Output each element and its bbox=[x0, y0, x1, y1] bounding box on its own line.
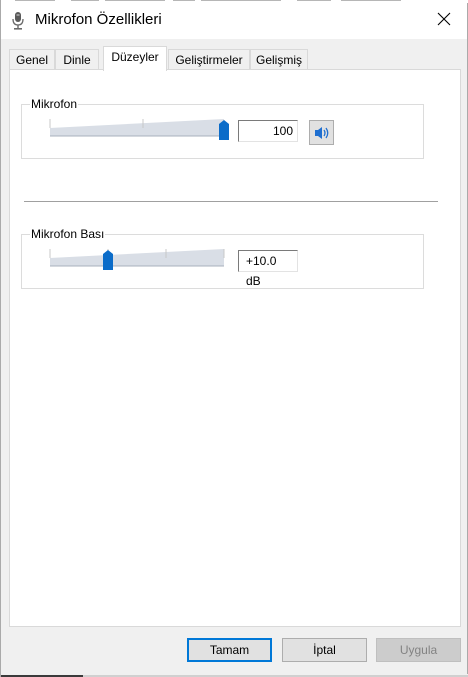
ok-button[interactable]: Tamam bbox=[187, 638, 272, 662]
window-title: Mikrofon Özellikleri bbox=[35, 11, 162, 28]
mute-button[interactable] bbox=[309, 120, 334, 145]
section-divider bbox=[24, 201, 438, 202]
boost-slider[interactable] bbox=[38, 245, 230, 273]
tab-dinle[interactable]: Dinle bbox=[55, 49, 99, 70]
apply-button[interactable]: Uygula bbox=[376, 638, 461, 662]
microphone-value[interactable]: 100 bbox=[238, 120, 298, 142]
tab-duzeyler[interactable]: Düzeyler bbox=[103, 46, 167, 71]
close-icon bbox=[437, 12, 451, 26]
microphone-slider-thumb[interactable] bbox=[219, 120, 229, 140]
tab-genel[interactable]: Genel bbox=[9, 49, 55, 70]
boost-slider-thumb[interactable] bbox=[103, 250, 113, 270]
cancel-button[interactable]: İptal bbox=[282, 638, 367, 662]
microphone-group: Mikrofon 100 bbox=[21, 97, 424, 159]
microphone-label: Mikrofon bbox=[30, 97, 79, 111]
microphone-slider[interactable] bbox=[38, 115, 230, 143]
speaker-icon bbox=[314, 126, 328, 139]
properties-window: Mikrofon Özellikleri Genel Dinle Düzeyle… bbox=[0, 0, 468, 677]
tab-gelistirmeler[interactable]: Geliştirmeler bbox=[168, 49, 250, 70]
close-button[interactable] bbox=[421, 3, 467, 35]
tab-gelismis[interactable]: Gelişmiş bbox=[250, 49, 308, 70]
levels-panel: Mikrofon 100 Mikrofon Bası +10.0 dB bbox=[9, 69, 461, 627]
boost-group: Mikrofon Bası +10.0 dB bbox=[21, 227, 424, 289]
microphone-icon bbox=[11, 11, 25, 31]
boost-value[interactable]: +10.0 dB bbox=[238, 250, 298, 288]
title-bar[interactable]: Mikrofon Özellikleri bbox=[1, 3, 467, 39]
boost-label: Mikrofon Bası bbox=[30, 227, 106, 241]
